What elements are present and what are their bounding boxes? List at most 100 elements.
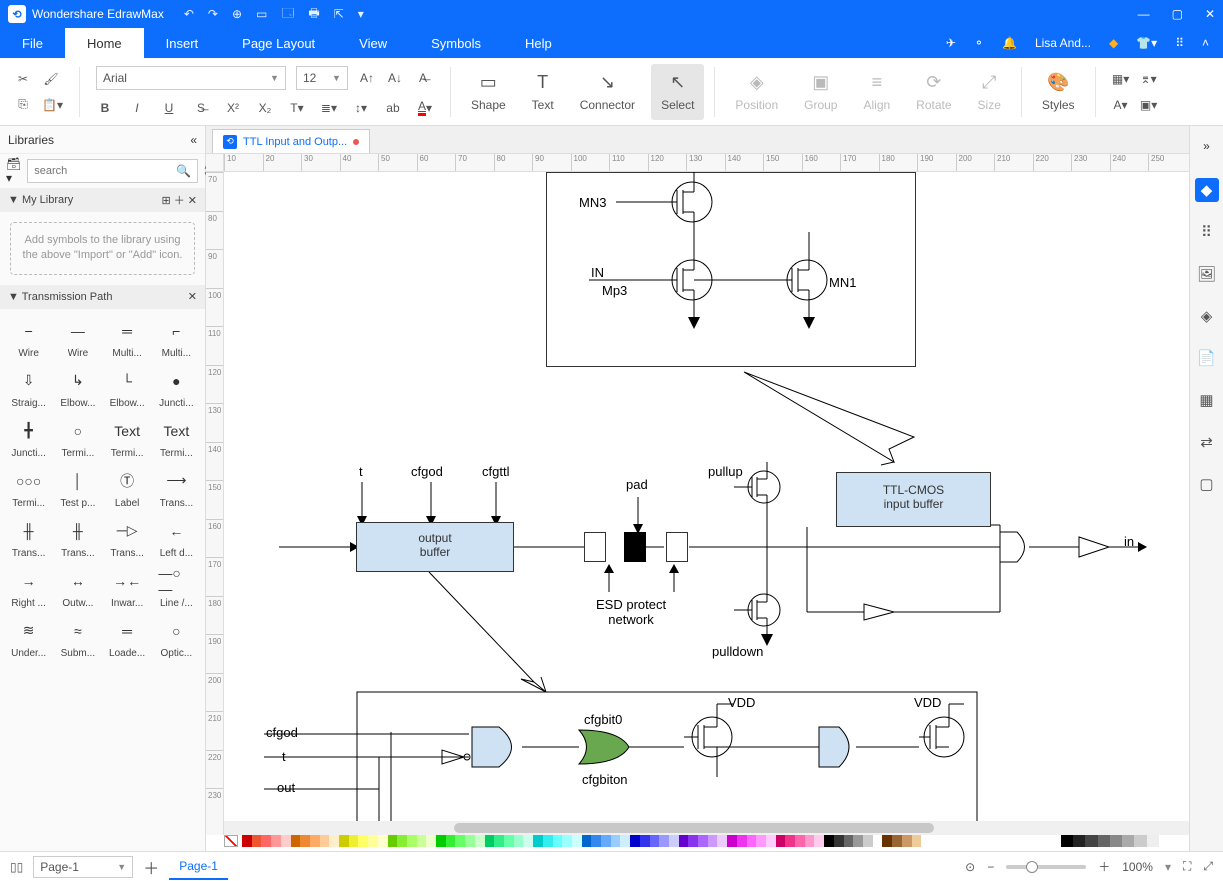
shirt-icon[interactable]: 👕▾ xyxy=(1136,36,1157,50)
maximize-button[interactable]: ▢ xyxy=(1172,7,1183,21)
close-button[interactable]: ✕ xyxy=(1205,7,1215,21)
color-swatch[interactable] xyxy=(834,835,844,847)
color-swatch[interactable] xyxy=(727,835,737,847)
color-swatch[interactable] xyxy=(378,835,388,847)
h-scrollbar[interactable] xyxy=(224,821,1189,835)
copy-button[interactable]: ⎘ xyxy=(14,95,32,115)
color-swatch[interactable] xyxy=(368,835,378,847)
fit-page-button[interactable]: ⛶ xyxy=(1183,859,1191,874)
strike-button[interactable]: S̶ xyxy=(192,98,210,118)
color-swatch[interactable] xyxy=(814,835,824,847)
underline-button[interactable]: U xyxy=(160,98,178,118)
library-item[interactable]: └Elbow... xyxy=(105,365,150,411)
library-item[interactable]: ⓉLabel xyxy=(105,465,150,511)
color-swatch[interactable] xyxy=(659,835,669,847)
color-swatch[interactable] xyxy=(388,835,398,847)
esd-left-box[interactable] xyxy=(584,532,606,562)
color-swatch[interactable] xyxy=(291,835,301,847)
group-tool[interactable]: ▣Group xyxy=(794,64,847,120)
color-swatch[interactable] xyxy=(863,835,873,847)
gray-swatch[interactable] xyxy=(1073,835,1085,847)
tab-page-layout[interactable]: Page Layout xyxy=(220,28,337,58)
send-icon[interactable]: ✈ xyxy=(946,36,956,50)
color-swatch[interactable] xyxy=(630,835,640,847)
connector-tool[interactable]: ↘Connector xyxy=(570,64,645,120)
premium-icon[interactable]: ◆ xyxy=(1109,36,1118,50)
color-swatch[interactable] xyxy=(708,835,718,847)
color-swatch[interactable] xyxy=(281,835,291,847)
color-swatch[interactable] xyxy=(756,835,766,847)
color-swatch[interactable] xyxy=(805,835,815,847)
color-swatch[interactable] xyxy=(640,835,650,847)
gray-swatch[interactable] xyxy=(1159,835,1171,847)
library-item[interactable]: TextTermi... xyxy=(154,415,199,461)
color-swatch[interactable] xyxy=(766,835,776,847)
library-search-input[interactable]: 🔍 xyxy=(27,159,198,183)
cut-button[interactable]: ✂ xyxy=(14,69,32,89)
library-item[interactable]: ≈Subm... xyxy=(55,615,100,661)
library-item[interactable]: ●Juncti... xyxy=(154,365,199,411)
color-swatch[interactable] xyxy=(339,835,349,847)
drawing-canvas[interactable]: MN3 IN Mp3 MN1 xyxy=(224,172,1189,835)
user-label[interactable]: Lisa And... xyxy=(1035,36,1091,50)
bell-icon[interactable]: 🔔 xyxy=(1002,36,1017,50)
library-item[interactable]: ═Multi... xyxy=(105,315,150,361)
layout-panel-button[interactable]: ⠿ xyxy=(1195,220,1219,244)
color-swatch[interactable] xyxy=(737,835,747,847)
color-swatch[interactable] xyxy=(912,835,922,847)
undo-button[interactable]: ↶ xyxy=(184,7,194,21)
color-swatch[interactable] xyxy=(717,835,727,847)
color-swatch[interactable] xyxy=(271,835,281,847)
shrink-font-button[interactable]: A↓ xyxy=(386,68,404,88)
expand-right-panel-button[interactable]: » xyxy=(1203,139,1210,153)
fill-button[interactable]: ▦▾ xyxy=(1112,69,1130,89)
subscript-button[interactable]: X₂ xyxy=(256,98,274,118)
tab-view[interactable]: View xyxy=(337,28,409,58)
color-swatch[interactable] xyxy=(844,835,854,847)
apps-icon[interactable]: ⠿ xyxy=(1175,36,1184,50)
search-icon[interactable]: 🔍 xyxy=(176,164,191,178)
esd-right-box[interactable] xyxy=(666,532,688,562)
color-swatch[interactable] xyxy=(320,835,330,847)
clear-format-button[interactable]: A̶ xyxy=(414,68,432,88)
color-swatch[interactable] xyxy=(417,835,427,847)
color-swatch[interactable] xyxy=(485,835,495,847)
open-button[interactable]: ▭ xyxy=(256,7,267,21)
color-swatch[interactable] xyxy=(543,835,553,847)
gray-swatch[interactable] xyxy=(1085,835,1097,847)
font-color-button[interactable]: A▾ xyxy=(416,98,434,118)
color-swatch[interactable] xyxy=(873,835,883,847)
crop-button[interactable]: ⌆▾ xyxy=(1140,69,1158,89)
library-item[interactable]: ○○○Termi... xyxy=(6,465,51,511)
library-item[interactable]: ≋Under... xyxy=(6,615,51,661)
color-swatch[interactable] xyxy=(747,835,757,847)
italic-button[interactable]: I xyxy=(128,98,146,118)
gray-swatch[interactable] xyxy=(1110,835,1122,847)
color-swatch[interactable] xyxy=(562,835,572,847)
library-item[interactable]: →Right ... xyxy=(6,565,51,611)
doc-tab[interactable]: ⟲ TTL Input and Outp... xyxy=(212,129,370,153)
grow-font-button[interactable]: A↑ xyxy=(358,68,376,88)
output-buffer-box[interactable]: outputbuffer xyxy=(356,522,514,572)
library-item[interactable]: ←Left d... xyxy=(154,515,199,561)
line-style-button[interactable]: A▾ xyxy=(1112,95,1130,115)
page-combo[interactable]: Page-1▼ xyxy=(33,856,133,878)
color-swatch[interactable] xyxy=(650,835,660,847)
mylib-section-header[interactable]: ▼ My Library ⊞ ＋ ✕ xyxy=(0,188,205,212)
shape-tool[interactable]: ▭Shape xyxy=(461,64,516,120)
color-swatch[interactable] xyxy=(261,835,271,847)
library-item[interactable]: ╋Juncti... xyxy=(6,415,51,461)
color-swatch[interactable] xyxy=(591,835,601,847)
collapse-sidebar-button[interactable]: « xyxy=(190,133,197,147)
color-swatch[interactable] xyxy=(882,835,892,847)
tab-file[interactable]: File xyxy=(0,28,65,58)
color-swatch[interactable] xyxy=(300,835,310,847)
qat-more-button[interactable]: ▾ xyxy=(358,7,364,21)
font-family-combo[interactable]: Arial▼ xyxy=(96,66,286,90)
page-panel-button[interactable]: 📄 xyxy=(1195,346,1219,370)
tab-help[interactable]: Help xyxy=(503,28,574,58)
color-swatch[interactable] xyxy=(446,835,456,847)
bold-button[interactable]: B xyxy=(96,98,114,118)
superscript-button[interactable]: X² xyxy=(224,98,242,118)
color-swatch[interactable] xyxy=(582,835,592,847)
